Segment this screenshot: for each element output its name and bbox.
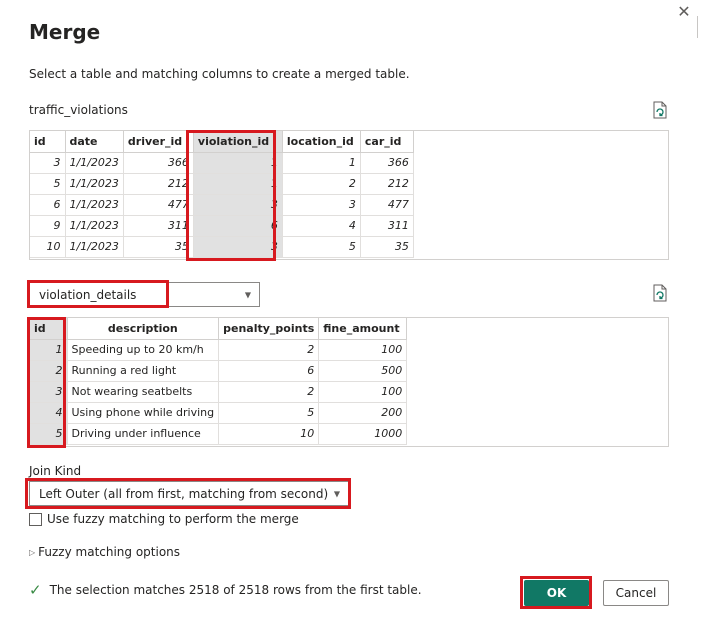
table-cell[interactable]: 212 bbox=[360, 173, 414, 195]
table-cell[interactable]: 35 bbox=[123, 236, 194, 258]
table-cell[interactable]: 366 bbox=[360, 152, 414, 174]
table-cell[interactable]: 3 bbox=[193, 236, 283, 258]
table-cell[interactable]: 477 bbox=[123, 194, 194, 216]
column-header[interactable]: id bbox=[30, 131, 66, 153]
table-cell[interactable]: 200 bbox=[318, 402, 408, 424]
column-header[interactable]: date bbox=[65, 131, 124, 153]
table-cell[interactable]: 5 bbox=[218, 402, 320, 424]
fuzzy-matching-label: Use fuzzy matching to perform the merge bbox=[47, 512, 299, 526]
table-cell[interactable]: 5 bbox=[282, 236, 361, 258]
table-cell[interactable]: 2 bbox=[282, 173, 361, 195]
table-row: 9 1/1/2023 311 6 4 311 bbox=[30, 215, 414, 237]
table-cell[interactable]: 2 bbox=[218, 339, 320, 361]
table-cell[interactable]: 10 bbox=[218, 423, 320, 445]
table-cell[interactable]: 500 bbox=[318, 360, 408, 382]
table-cell[interactable]: Speeding up to 20 km/h bbox=[67, 339, 220, 361]
column-header[interactable]: id bbox=[30, 318, 68, 340]
table-cell[interactable]: 3 bbox=[30, 381, 68, 403]
table-cell[interactable]: 3 bbox=[193, 194, 283, 216]
chevron-down-icon: ▼ bbox=[333, 489, 340, 498]
table-cell[interactable]: 1/1/2023 bbox=[65, 215, 124, 237]
table-cell[interactable]: 3 bbox=[282, 194, 361, 216]
column-header[interactable]: driver_id bbox=[123, 131, 194, 153]
table-cell[interactable]: Not wearing seatbelts bbox=[67, 381, 220, 403]
column-header[interactable]: violation_id bbox=[193, 131, 283, 153]
table-row: 3 Not wearing seatbelts 2 100 bbox=[30, 381, 408, 403]
checkmark-icon: ✓ bbox=[29, 581, 42, 599]
table-cell[interactable]: 1000 bbox=[318, 423, 408, 445]
column-header[interactable]: fine_amount bbox=[318, 318, 408, 340]
match-status-text: The selection matches 2518 of 2518 rows … bbox=[49, 583, 422, 597]
table-cell[interactable]: Running a red light bbox=[67, 360, 220, 382]
table-cell[interactable]: 35 bbox=[360, 236, 414, 258]
table-cell[interactable]: 311 bbox=[123, 215, 194, 237]
refresh-icon[interactable] bbox=[652, 101, 668, 119]
table-cell[interactable]: 6 bbox=[218, 360, 320, 382]
table-cell[interactable]: 1 bbox=[30, 339, 68, 361]
column-header[interactable]: penalty_points bbox=[218, 318, 320, 340]
chevron-down-icon: ▼ bbox=[244, 290, 251, 299]
table-cell[interactable]: 100 bbox=[318, 381, 408, 403]
fuzzy-matching-checkbox[interactable] bbox=[29, 512, 42, 526]
fuzzy-options-label: Fuzzy matching options bbox=[38, 545, 181, 559]
table-cell[interactable]: 4 bbox=[30, 402, 68, 424]
table-cell[interactable]: 1/1/2023 bbox=[65, 152, 124, 174]
table-row: 1 Speeding up to 20 km/h 2 100 bbox=[30, 339, 408, 361]
table-row: 2 Running a red light 6 500 bbox=[30, 360, 408, 382]
table-cell[interactable]: 2 bbox=[218, 381, 320, 403]
table-row: 3 1/1/2023 366 1 1 366 bbox=[30, 152, 414, 174]
table-row: 5 Driving under influence 10 1000 bbox=[30, 423, 408, 445]
table-cell[interactable]: 1/1/2023 bbox=[65, 236, 124, 258]
dialog-edge bbox=[697, 16, 698, 38]
cancel-button[interactable]: Cancel bbox=[603, 580, 669, 606]
table-cell[interactable]: 10 bbox=[30, 236, 66, 258]
fuzzy-matching-options[interactable]: ▷ Fuzzy matching options bbox=[29, 545, 180, 559]
table-cell[interactable]: 6 bbox=[193, 215, 283, 237]
table-cell[interactable]: 477 bbox=[360, 194, 414, 216]
close-icon[interactable]: ✕ bbox=[676, 4, 692, 20]
table-cell[interactable]: 1/1/2023 bbox=[65, 194, 124, 216]
table-row: 10 1/1/2023 35 3 5 35 bbox=[30, 236, 414, 258]
ok-button[interactable]: OK bbox=[524, 580, 589, 606]
table-cell[interactable]: 5 bbox=[30, 423, 68, 445]
second-table-preview: id description penalty_points fine_amount 1… bbox=[29, 317, 669, 447]
table-row: 4 Using phone while driving 5 200 bbox=[30, 402, 408, 424]
table-cell[interactable]: 212 bbox=[123, 173, 194, 195]
column-header[interactable]: location_id bbox=[282, 131, 361, 153]
join-kind-label: Join Kind bbox=[29, 464, 82, 478]
second-table-select[interactable]: violation_details ▼ bbox=[29, 282, 260, 307]
column-header[interactable]: description bbox=[67, 318, 220, 340]
table-row: 5 1/1/2023 212 1 2 212 bbox=[30, 173, 414, 195]
first-table-grid: id date driver_id violation_id location_id ca… bbox=[30, 131, 414, 258]
table-cell[interactable]: 1 bbox=[193, 173, 283, 195]
dialog-title: Merge bbox=[29, 20, 101, 44]
second-table-grid: id description penalty_points fine_amount 1… bbox=[30, 318, 408, 445]
table-cell[interactable]: 311 bbox=[360, 215, 414, 237]
join-kind-select[interactable]: Left Outer (all from first, matching fro… bbox=[29, 481, 349, 506]
table-cell[interactable]: 3 bbox=[30, 152, 66, 174]
table-cell[interactable]: 1/1/2023 bbox=[65, 173, 124, 195]
column-header[interactable]: car_id bbox=[360, 131, 414, 153]
table-cell[interactable]: 9 bbox=[30, 215, 66, 237]
refresh-icon[interactable] bbox=[652, 284, 668, 302]
table-cell[interactable]: 366 bbox=[123, 152, 194, 174]
table-cell[interactable]: 100 bbox=[318, 339, 408, 361]
table-cell[interactable]: Driving under influence bbox=[67, 423, 220, 445]
table-cell[interactable]: 6 bbox=[30, 194, 66, 216]
first-table-preview: id date driver_id violation_id location_id ca… bbox=[29, 130, 669, 260]
table-row: 6 1/1/2023 477 3 3 477 bbox=[30, 194, 414, 216]
table-cell[interactable]: 2 bbox=[30, 360, 68, 382]
second-table-select-value: violation_details bbox=[39, 287, 137, 302]
match-status: ✓ The selection matches 2518 of 2518 row… bbox=[29, 581, 422, 599]
table-cell[interactable]: 4 bbox=[282, 215, 361, 237]
table-cell[interactable]: Using phone while driving bbox=[67, 402, 220, 424]
table-cell[interactable]: 1 bbox=[282, 152, 361, 174]
chevron-right-icon: ▷ bbox=[29, 547, 36, 557]
table-cell[interactable]: 1 bbox=[193, 152, 283, 174]
first-table-name: traffic_violations bbox=[29, 103, 128, 117]
join-kind-select-value: Left Outer (all from first, matching fro… bbox=[39, 486, 329, 501]
dialog-subtitle: Select a table and matching columns to c… bbox=[29, 67, 410, 81]
fuzzy-matching-row: Use fuzzy matching to perform the merge bbox=[29, 512, 299, 526]
table-cell[interactable]: 5 bbox=[30, 173, 66, 195]
